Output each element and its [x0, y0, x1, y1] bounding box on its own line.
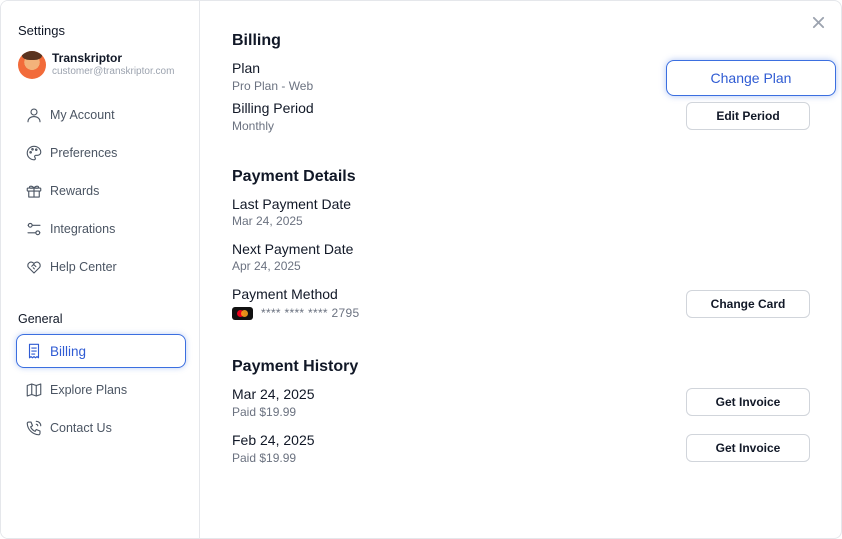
- last-payment-value: Mar 24, 2025: [232, 214, 303, 228]
- invoice-date: Mar 24, 2025: [232, 386, 315, 402]
- billing-period-value: Monthly: [232, 119, 275, 133]
- sidebar-item-label: Help Center: [50, 260, 117, 274]
- close-icon: [812, 16, 824, 28]
- sidebar-section-title: General: [18, 312, 63, 326]
- palette-icon: [24, 143, 44, 163]
- sidebar-item-label: My Account: [50, 108, 115, 122]
- sidebar-item-contact-us[interactable]: Contact Us: [16, 411, 186, 445]
- get-invoice-button[interactable]: Get Invoice: [686, 388, 810, 416]
- sidebar-item-label: Rewards: [50, 184, 100, 198]
- settings-window: Settings Transkriptor customer@transkrip…: [0, 0, 842, 539]
- sidebar-item-billing[interactable]: Billing: [16, 334, 186, 368]
- sliders-icon: [24, 219, 44, 239]
- sidebar-item-label: Integrations: [50, 222, 116, 236]
- receipt-icon: [24, 341, 44, 361]
- billing-period-label: Billing Period: [232, 100, 314, 116]
- sidebar-item-label: Billing: [50, 343, 87, 359]
- sidebar-item-label: Contact Us: [50, 421, 112, 435]
- payment-method-card: **** **** **** 2795: [232, 306, 359, 320]
- heart-handshake-icon: [24, 257, 44, 277]
- sidebar-item-my-account[interactable]: My Account: [16, 98, 186, 132]
- payment-history-heading: Payment History: [232, 358, 359, 375]
- phone-icon: [24, 418, 44, 438]
- user-icon: [24, 105, 44, 125]
- settings-sidebar: Settings Transkriptor customer@transkrip…: [1, 1, 200, 538]
- payment-details-heading: Payment Details: [232, 168, 356, 185]
- profile-email: customer@transkriptor.com: [52, 66, 175, 77]
- change-card-button[interactable]: Change Card: [686, 290, 810, 318]
- sidebar-item-preferences[interactable]: Preferences: [16, 136, 186, 170]
- sidebar-item-help-center[interactable]: Help Center: [16, 250, 186, 284]
- gift-icon: [24, 181, 44, 201]
- sidebar-item-rewards[interactable]: Rewards: [16, 174, 186, 208]
- card-number: **** **** **** 2795: [261, 306, 360, 320]
- sidebar-item-label: Explore Plans: [50, 383, 128, 397]
- next-payment-label: Next Payment Date: [232, 241, 354, 257]
- next-payment-value: Apr 24, 2025: [232, 259, 301, 273]
- invoice-amount: Paid $19.99: [232, 451, 297, 465]
- sidebar-item-label: Preferences: [50, 146, 118, 160]
- sidebar-item-explore-plans[interactable]: Explore Plans: [16, 373, 186, 407]
- change-plan-button[interactable]: Change Plan: [666, 60, 836, 96]
- plan-label: Plan: [232, 60, 261, 76]
- invoice-amount: Paid $19.99: [232, 405, 297, 419]
- profile-card: Transkriptor customer@transkriptor.com: [18, 51, 174, 79]
- get-invoice-button[interactable]: Get Invoice: [686, 434, 810, 462]
- close-button[interactable]: [809, 13, 827, 31]
- payment-method-label: Payment Method: [232, 286, 338, 302]
- avatar: [18, 51, 46, 79]
- sidebar-item-integrations[interactable]: Integrations: [16, 212, 186, 246]
- plan-value: Pro Plan - Web: [232, 79, 314, 93]
- invoice-date: Feb 24, 2025: [232, 432, 315, 448]
- mastercard-icon: [232, 306, 253, 320]
- profile-name: Transkriptor: [52, 51, 123, 65]
- last-payment-label: Last Payment Date: [232, 196, 352, 212]
- billing-heading: Billing: [232, 32, 281, 49]
- map-icon: [24, 380, 44, 400]
- billing-panel: Billing Plan Pro Plan - Web Change Plan …: [200, 1, 841, 538]
- sidebar-title: Settings: [18, 23, 65, 38]
- edit-period-button[interactable]: Edit Period: [686, 102, 810, 130]
